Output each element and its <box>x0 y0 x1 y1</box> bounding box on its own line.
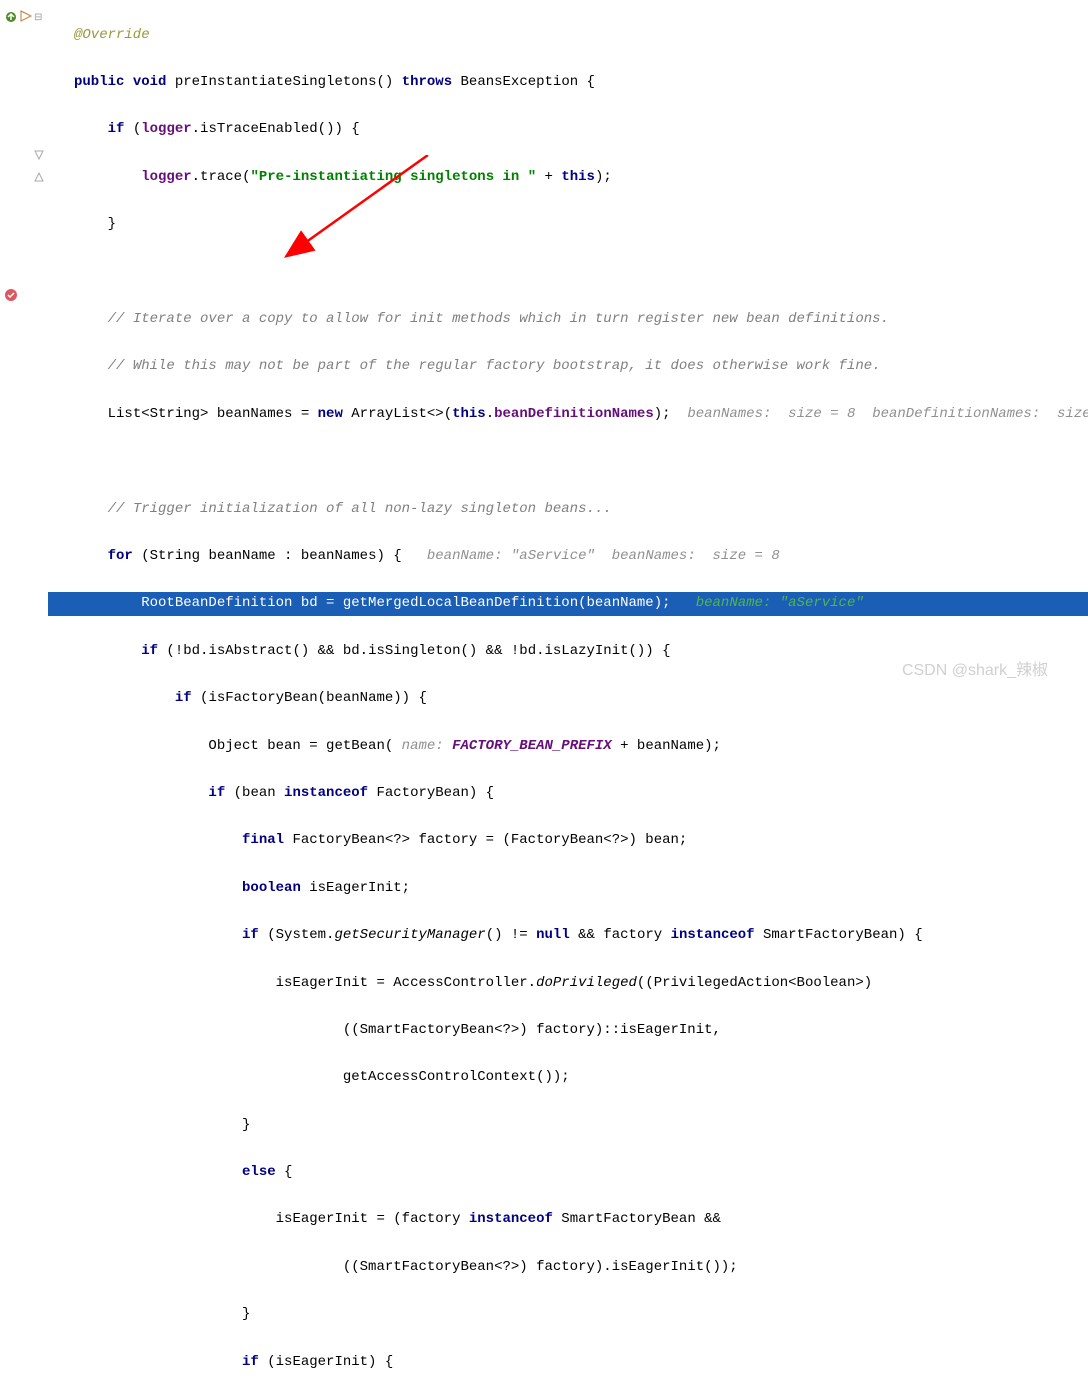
debug-hint: beanNames: size = 8 beanDefinitionNames:… <box>671 406 1088 422</box>
keyword-null: null <box>536 927 570 943</box>
code-text: (bean <box>225 785 284 801</box>
comment: // Iterate over a copy to allow for init… <box>108 311 889 327</box>
static-method: getSecurityManager <box>334 927 485 943</box>
code-text: isEagerInit; <box>301 880 410 896</box>
op: + <box>536 169 561 185</box>
field-ref: beanDefinitionNames <box>494 406 654 422</box>
code-text: ArrayList<>( <box>343 406 452 422</box>
code-text: Object bean = getBean( <box>208 738 393 754</box>
debug-hint: beanName: <box>402 548 511 564</box>
field-logger: logger <box>141 121 191 137</box>
code-text: + beanName); <box>612 738 721 754</box>
override-gutter-icon[interactable] <box>4 10 20 26</box>
editor-gutter: ⊟ <box>0 0 48 690</box>
static-method: doPrivileged <box>536 975 637 991</box>
execution-line: RootBeanDefinition bd = getMergedLocalBe… <box>48 592 1088 616</box>
debug-hint: beanNames: size = 8 <box>595 548 780 564</box>
comment: // Trigger initialization of all non-laz… <box>108 501 612 517</box>
code-text: isEagerInit = (factory <box>276 1211 469 1227</box>
keyword-if: if <box>141 643 158 659</box>
param-hint: name: <box>393 738 452 754</box>
keyword-if: if <box>242 1354 259 1370</box>
code-text: isEagerInit = AccessController. <box>276 975 536 991</box>
breakpoint-icon[interactable] <box>4 288 20 304</box>
code-text: ((SmartFactoryBean<?>) factory)::isEager… <box>343 1022 721 1038</box>
keyword-instanceof: instanceof <box>284 785 368 801</box>
debug-hint-val: "aService" <box>780 595 864 611</box>
brace: } <box>242 1306 250 1322</box>
code-text: FactoryBean) { <box>368 785 494 801</box>
keyword-void: void <box>133 74 167 90</box>
brace: } <box>108 216 116 232</box>
fold-marker[interactable]: ⊟ <box>34 12 44 22</box>
annotation-arrow <box>278 155 438 280</box>
debug-hint-val: "aService" <box>511 548 595 564</box>
code-text: List<String> beanNames = <box>108 406 318 422</box>
fold-marker[interactable] <box>34 150 44 160</box>
code-text: (String beanName : beanNames) { <box>133 548 402 564</box>
code-text: () != <box>486 927 536 943</box>
brace: } <box>242 1117 250 1133</box>
keyword-if: if <box>242 927 259 943</box>
keyword-final: final <box>242 832 284 848</box>
method-name: preInstantiateSingletons() <box>166 74 401 90</box>
constant-ref: FACTORY_BEAN_PREFIX <box>452 738 612 754</box>
keyword-instanceof: instanceof <box>469 1211 553 1227</box>
brace: { <box>276 1164 293 1180</box>
code-text: (!bd.isAbstract() && bd.isSingleton() &&… <box>158 643 670 659</box>
keyword-new: new <box>318 406 343 422</box>
keyword-this: this <box>452 406 486 422</box>
punc: . <box>486 406 494 422</box>
keyword-for: for <box>108 548 133 564</box>
fold-marker[interactable] <box>34 172 44 182</box>
keyword-else: else <box>242 1164 276 1180</box>
code-text: RootBeanDefinition bd = getMergedLocalBe… <box>141 595 670 611</box>
keyword-if: if <box>108 121 125 137</box>
field-logger: logger <box>141 169 191 185</box>
keyword-instanceof: instanceof <box>671 927 755 943</box>
keyword-boolean: boolean <box>242 880 301 896</box>
code-text: getAccessControlContext()); <box>343 1069 570 1085</box>
comment: // While this may not be part of the reg… <box>108 358 881 374</box>
punc: ); <box>654 406 671 422</box>
keyword-if: if <box>175 690 192 706</box>
keyword-throws: throws <box>402 74 452 90</box>
method-trace: trace <box>200 169 242 185</box>
cond: .isTraceEnabled()) { <box>192 121 360 137</box>
code-text: (isEagerInit) { <box>259 1354 393 1370</box>
keyword-this: this <box>561 169 595 185</box>
debug-hint-label: beanName: <box>671 595 780 611</box>
code-text: ((PrivilegedAction<Boolean>) <box>637 975 872 991</box>
code-text: (isFactoryBean(beanName)) { <box>192 690 427 706</box>
code-text: (System. <box>259 927 335 943</box>
code-text: FactoryBean<?> factory = (FactoryBean<?>… <box>284 832 687 848</box>
code-text: ((SmartFactoryBean<?>) factory).isEagerI… <box>343 1259 738 1275</box>
punc: ); <box>595 169 612 185</box>
code-text: SmartFactoryBean) { <box>755 927 923 943</box>
keyword-public: public <box>74 74 124 90</box>
code-text: SmartFactoryBean && <box>553 1211 721 1227</box>
exception-type: BeansException { <box>452 74 595 90</box>
punc: ( <box>124 121 141 137</box>
code-editor[interactable]: @Override public void preInstantiateSing… <box>48 0 1088 690</box>
annotation: @Override <box>74 27 150 43</box>
punc: . <box>192 169 200 185</box>
code-text: && factory <box>570 927 671 943</box>
keyword-if: if <box>208 785 225 801</box>
